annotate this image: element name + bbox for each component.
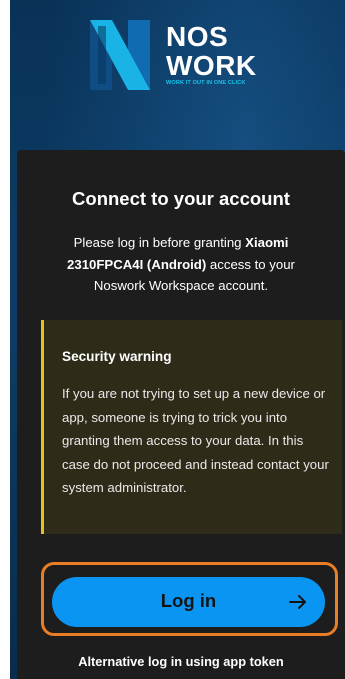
card-description: Please log in before granting Xiaomi 231… (41, 232, 321, 297)
arrow-right-icon (289, 595, 306, 609)
alternative-login-link[interactable]: Alternative log in using app token (17, 654, 345, 669)
brand-name-line1: NOS (166, 21, 229, 52)
connect-card: Connect to your account Please log in be… (17, 150, 345, 679)
login-button-label: Log in (160, 590, 217, 611)
noswork-logo-icon (90, 20, 150, 90)
security-warning: Security warning If you are not trying t… (41, 320, 342, 534)
login-screen: NOS WORK WORK IT OUT IN ONE CLICK Connec… (10, 0, 345, 679)
brand-header: NOS WORK WORK IT OUT IN ONE CLICK (90, 20, 290, 92)
warning-title: Security warning (62, 349, 172, 364)
description-text-before: Please log in before granting (73, 235, 246, 250)
login-button[interactable]: Log in (52, 577, 325, 627)
brand-name-line2: WORK (166, 50, 257, 81)
warning-body: If you are not trying to set up a new de… (62, 386, 329, 495)
brand-name: NOS WORK (166, 22, 257, 80)
brand-tagline: WORK IT OUT IN ONE CLICK (166, 80, 246, 86)
card-title: Connect to your account (72, 188, 290, 209)
